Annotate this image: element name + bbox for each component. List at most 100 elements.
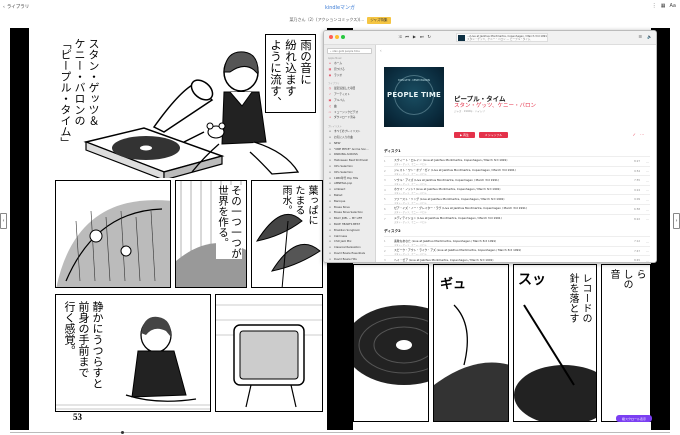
track-duration: 7:55 (634, 179, 640, 183)
more-icon[interactable]: ⋯ (646, 249, 649, 253)
track-row[interactable]: 2 スピーク・アウト・ライク・アズ (Live at Jazzhus Montma… (384, 245, 650, 256)
track-row[interactable]: 5 ファースト・ソング (Live at Jazzhus Montmartre, … (384, 194, 650, 205)
track-row[interactable]: 3 ソウル・アイズ (Live at Jazzhus Montmartre, Co… (384, 175, 650, 186)
font-size-icon[interactable]: Aa (670, 3, 676, 9)
radio-icon: ◉ (328, 72, 332, 77)
track-artist: スタン・ゲッツ、ケニー・バロン (394, 262, 427, 263)
shuffle-button[interactable]: ⤨ シャッフル (478, 132, 509, 138)
minimize-window-button[interactable] (335, 35, 339, 39)
back-button[interactable]: ‹ (380, 48, 382, 53)
track-row[interactable]: 1 素敵なあなた (Live at Jazzhus Montmartre, Cop… (384, 236, 650, 247)
music-window: ⤨ ⏮ ▶ ⏭ ↻ ...(Live at Jazzhus Montmartre… (323, 30, 657, 263)
track-row[interactable]: 7 メディテイション (Live at Jazzhus Montmartre, C… (384, 213, 650, 224)
right-caption-b: らしの音 (608, 269, 645, 289)
page-number: 53 (73, 412, 82, 422)
track-number: 7 (384, 217, 386, 221)
shuffle-icon: ⤨ (484, 133, 488, 137)
vertical-dots-icon[interactable]: ⋮ (652, 3, 657, 9)
checkmark-icon[interactable]: ✓ (633, 132, 636, 137)
kindle-brand: kindleマンガ (324, 5, 356, 11)
record-case-art (216, 304, 322, 408)
prev-page-button[interactable]: ‹ (0, 213, 7, 229)
more-icon[interactable]: ⋯ (646, 259, 649, 262)
track-number: 4 (384, 188, 386, 192)
next-icon[interactable]: ⏭ (420, 34, 424, 39)
sfx-b: スッ (518, 272, 546, 288)
more-icon[interactable]: ⋯ (646, 217, 649, 221)
album-artist[interactable]: スタン・ゲッツ、ケニー・バロン (454, 101, 536, 109)
search-input[interactable]: ⌕ stan getz people time (327, 48, 372, 54)
next-page-button[interactable]: › (673, 213, 680, 229)
panel-mid-left (55, 180, 171, 288)
panel-top: 雨の音に 紛れ込ます ように流す、 スタン・ゲッツ＆ ケニー・バロンの 「ピープル・タイ… (54, 32, 322, 178)
more-icon[interactable]: ⋯ (646, 169, 649, 173)
progress-knob[interactable] (121, 431, 124, 434)
track-row[interactable]: 2 ジャスト・ワン・オブ・ゼイ (Live at Jazzhus Montmart… (384, 165, 650, 176)
track-duration: 6:58 (634, 208, 640, 211)
window-controls (329, 35, 345, 39)
more-icon[interactable]: ⋯ (640, 132, 644, 137)
reading-progress-bar[interactable] (10, 431, 670, 434)
leaf-rain-art (56, 200, 170, 287)
kindle-topbar: ‹ ライブラリ kindleマンガ ⋮ ▦ Aa (0, 0, 680, 14)
speaker-icon[interactable]: 🔈 (647, 34, 652, 39)
track-row[interactable]: 3 ヘイ・ゼア (Live at Jazzhus Montmartre, Cope… (384, 255, 650, 263)
panel-mid-center: その一つ一つが 世界を作る。 (175, 180, 247, 288)
more-icon[interactable]: ⋯ (646, 240, 649, 244)
track-duration: 9:24 (634, 188, 640, 192)
more-icon[interactable]: ⋯ (646, 188, 649, 192)
play-icon[interactable]: ▶ (413, 34, 416, 39)
more-icon[interactable]: ⋯ (646, 160, 649, 164)
track-number: 1 (384, 160, 386, 163)
search-query: stan getz people time (332, 49, 360, 53)
sidebar-item-label: ラジオ (334, 72, 343, 77)
chevron-left-icon: ‹ (2, 218, 5, 224)
track-row[interactable]: 4 ホワイ・ノット? (Live at Jazzhus Montmartre, C… (384, 184, 650, 195)
panel-r-right: スッ レコードの 針を落とす (513, 264, 597, 422)
sidebar-section-title: ライブラリ (328, 82, 340, 86)
list-icon[interactable]: ☰ (638, 34, 642, 39)
zoom-window-button[interactable] (341, 35, 345, 39)
sidebar-list: Apple Music ⌂ ホーム ▦ 見つける ◉ ラジオ ライブラリ ◷ 最近追加した項目 ♪ ア… (324, 57, 375, 264)
play-icon: ▶ (460, 133, 463, 137)
track-number: 3 (384, 179, 386, 183)
download-icon: ↓ (328, 115, 332, 120)
screen: ‹ ライブラリ kindleマンガ ⋮ ▦ Aa 菜乃さん（2）(アクションコミ… (0, 0, 680, 435)
play-button[interactable]: ▶ 再生 (454, 132, 475, 138)
sidebar-item[interactable]: ◉ ラジオ (324, 73, 375, 79)
shuffle-icon[interactable]: ⤨ (398, 34, 401, 39)
chevron-left-icon: ‹ (380, 48, 382, 53)
music-sidebar: ⌕ stan getz people time Apple Music ⌂ ホーム ▦… (324, 45, 376, 264)
now-playing[interactable]: ...(Live at Jazzhus Montmartre, Copenhag… (456, 33, 548, 42)
track-duration: 8:22 (634, 217, 640, 221)
album-content: ‹ STAN GETZ · KENNY BARRON PEOPLE TIME ピ… (376, 45, 656, 263)
track-row[interactable]: 6 ゼア・イズ・ノー・グレイター・ラヴ (Live at Jazzhus Mont… (384, 204, 650, 214)
repeat-icon[interactable]: ↻ (428, 34, 431, 39)
track-number: 5 (384, 198, 386, 202)
more-icon[interactable]: ⋯ (646, 179, 649, 183)
close-window-button[interactable] (329, 35, 333, 39)
chevron-right-icon: › (675, 218, 678, 224)
album-action-row: ▶ 再生 ⤨ シャッフル (454, 132, 509, 138)
transport-controls: ⤨ ⏮ ▶ ⏭ ↻ (398, 34, 431, 39)
tag-button[interactable]: ジャズ特集 (367, 16, 391, 24)
prev-icon[interactable]: ⏮ (405, 34, 409, 39)
sidebar-item[interactable]: ≡Early Music Essentials (324, 263, 375, 264)
now-playing-artist: スタン・ゲッツ、ケニー・バロン — ピープル・タイム (467, 38, 531, 42)
sidebar-item[interactable]: ↓ ダウンロード済み (324, 115, 375, 121)
panel-r-far: らしの音 (601, 264, 651, 422)
header-right-icons: ☰ 🔈 (638, 34, 652, 39)
grid-icon[interactable]: ▦ (661, 3, 666, 9)
music-header: ⤨ ⏮ ▶ ⏭ ↻ ...(Live at Jazzhus Montmartre… (324, 31, 656, 45)
panel-bottom-left: 静かにうつらすと 前身の手前まで 行く感覚。 (55, 294, 211, 412)
sidebar-section-title: Apple Music (328, 57, 342, 60)
album-extra-actions: ✓ ⋯ (633, 132, 644, 137)
sfx-a: ギュ (440, 277, 467, 292)
vertical-scroll-view-button[interactable]: 縦スクロール表示 (616, 415, 652, 422)
caption-text: スタン・ゲッツ＆ ケニー・バロンの 「ピープル・タイム」 (59, 38, 100, 148)
album-genre: ジャズ · 1992年 · ハイレゾ (454, 110, 485, 113)
more-icon[interactable]: ⋯ (646, 208, 649, 212)
more-icon[interactable]: ⋯ (646, 198, 649, 202)
track-row[interactable]: 1 スウィート・ロレイン (Live at Jazzhus Montmartre,… (384, 156, 650, 166)
panel-r-mid: ギュ (433, 264, 509, 422)
